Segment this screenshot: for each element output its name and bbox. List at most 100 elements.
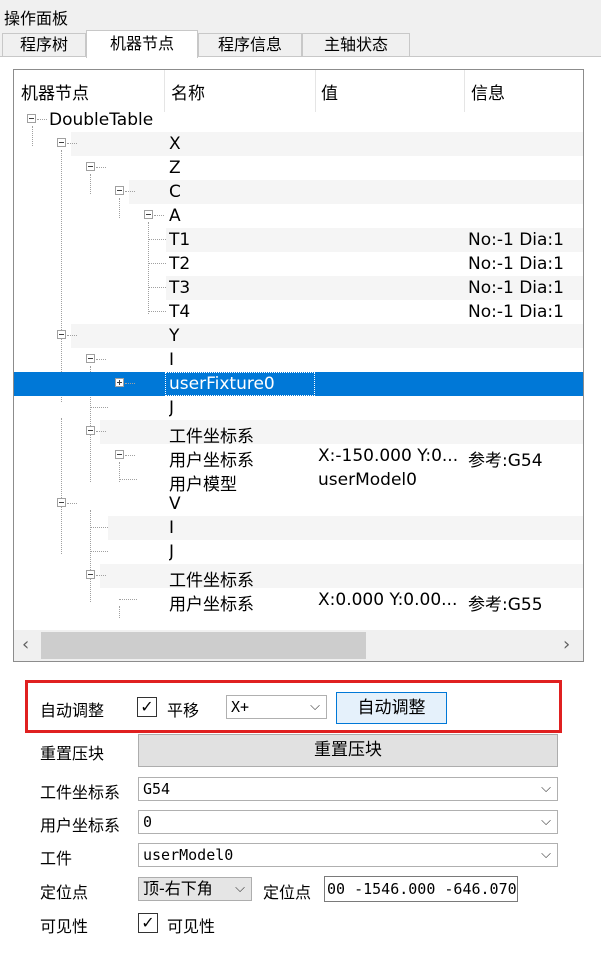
visibility-label: 可见性 <box>40 917 89 936</box>
reset-clamp-button[interactable]: 重置压块 <box>138 734 558 767</box>
tree-row[interactable]: Y <box>14 324 583 348</box>
checkmark-icon: ✓ <box>141 913 155 932</box>
tab-program-info[interactable]: 程序信息 <box>198 33 302 57</box>
translate-checkbox[interactable]: ✓ <box>137 697 157 717</box>
collapse-icon[interactable] <box>144 210 153 219</box>
tree-row[interactable]: T2 No:-1 Dia:1 <box>14 252 583 276</box>
tree-cell-value: userModel0 <box>318 470 417 490</box>
column-header-name[interactable]: 名称 <box>171 79 205 104</box>
column-header-info[interactable]: 信息 <box>471 79 505 104</box>
work-coord-select[interactable]: G54 ⌵ <box>138 777 558 801</box>
tab-spindle-status[interactable]: 主轴状态 <box>302 33 410 57</box>
tree-row[interactable]: 用户模型 userModel0 <box>14 468 583 495</box>
locate-mode-select[interactable]: 顶-右下角 ⌵ <box>138 877 252 901</box>
tree-cell-name: I <box>169 518 175 538</box>
tree-row[interactable]: T4 No:-1 Dia:1 <box>14 300 583 324</box>
tree-row[interactable]: T1 No:-1 Dia:1 <box>14 228 583 252</box>
tree-row[interactable]: C <box>14 180 583 204</box>
reset-clamp-label: 重置压块 <box>40 744 105 763</box>
column-header-node[interactable]: 机器节点 <box>21 79 89 104</box>
collapse-icon[interactable] <box>86 354 95 363</box>
tree-cell-info: 参考:G55 <box>468 595 543 615</box>
tree-row[interactable]: A <box>14 204 583 228</box>
tree-row[interactable]: X <box>14 132 583 156</box>
user-coord-label: 用户坐标系 <box>40 816 121 835</box>
direction-select[interactable]: X+ ⌵ <box>226 695 327 719</box>
tree-cell-info: No:-1 Dia:1 <box>468 254 564 274</box>
workpiece-label: 工件 <box>40 849 73 868</box>
chevron-down-icon: ⌵ <box>235 881 245 896</box>
tree-cell-name: T1 <box>169 230 191 250</box>
tree-row[interactable]: T3 No:-1 Dia:1 <box>14 276 583 300</box>
tree-cell-name: C <box>169 182 181 202</box>
collapse-icon[interactable] <box>86 570 95 579</box>
scroll-left-icon[interactable]: ‹ <box>22 634 29 655</box>
tree-row[interactable]: 用户坐标系 X:0.000 Y:0.00... 参考:G55 <box>14 588 583 615</box>
chevron-down-icon: ⌵ <box>310 699 320 714</box>
chevron-down-icon: ⌵ <box>541 847 551 862</box>
machine-node-tree[interactable]: 机器节点 名称 值 信息 DoubleTable X Z C A T1 No:-1 Dia… <box>13 69 584 662</box>
column-header-value[interactable]: 值 <box>321 79 338 104</box>
workpiece-select[interactable]: userModel0 ⌵ <box>138 843 558 867</box>
tree-cell-name: J <box>169 398 175 418</box>
tab-machine-nodes[interactable]: 机器节点 <box>86 30 198 58</box>
chevron-down-icon: ⌵ <box>541 814 551 829</box>
tree-cell-name: I <box>169 350 175 370</box>
expand-icon[interactable] <box>115 378 124 387</box>
auto-adjust-button[interactable]: 自动调整 <box>336 692 447 724</box>
tree-cell-name: A <box>169 206 181 226</box>
collapse-icon[interactable] <box>115 450 124 459</box>
locate-label: 定位点 <box>40 883 89 902</box>
tree-row[interactable]: I <box>14 348 583 372</box>
visibility-checkbox[interactable]: ✓ <box>138 913 158 933</box>
collapse-icon[interactable] <box>57 138 66 147</box>
auto-adjust-label: 自动调整 <box>40 701 105 720</box>
collapse-icon[interactable] <box>27 114 36 123</box>
panel-title: 操作面板 <box>4 9 69 28</box>
chevron-down-icon: ⌵ <box>541 781 551 796</box>
tree-row[interactable]: J <box>14 396 583 420</box>
checkmark-icon: ✓ <box>140 697 154 716</box>
tree-root-label: DoubleTable <box>49 110 154 130</box>
translate-label: 平移 <box>167 701 200 720</box>
tree-cell-name: T3 <box>169 278 191 298</box>
panel-titlebar: 操作面板 <box>0 0 601 30</box>
user-coord-select[interactable]: 0 ⌵ <box>138 810 558 834</box>
tree-row[interactable]: Z <box>14 156 583 180</box>
collapse-icon[interactable] <box>86 426 95 435</box>
collapse-icon[interactable] <box>115 186 124 195</box>
tree-row-root[interactable]: DoubleTable <box>14 108 583 132</box>
tree-row[interactable]: 工件坐标系 <box>14 420 583 447</box>
tree-cell-value: X:0.000 Y:0.00... <box>318 590 458 610</box>
collapse-icon[interactable] <box>86 162 95 171</box>
locate-point-label: 定位点 <box>263 883 312 902</box>
collapse-icon[interactable] <box>57 330 66 339</box>
tree-cell-name: 用户坐标系 <box>169 595 254 615</box>
tree-row[interactable]: V <box>14 492 583 516</box>
tree-cell-info: No:-1 Dia:1 <box>468 278 564 298</box>
locate-point-input[interactable]: 00 -1546.000 -646.070 <box>324 876 518 902</box>
tree-cell-name: J <box>169 542 175 562</box>
tree-cell-info: No:-1 Dia:1 <box>468 302 564 322</box>
tree-row[interactable]: J <box>14 540 583 564</box>
tab-program-tree[interactable]: 程序树 <box>2 33 86 57</box>
tab-bar: 程序树 机器节点 程序信息 主轴状态 <box>0 30 601 58</box>
tree-row[interactable]: 用户坐标系 X:-150.000 Y:0... 参考:G54 <box>14 444 583 471</box>
tree-cell-name: V <box>169 494 181 514</box>
collapse-icon[interactable] <box>57 498 66 507</box>
scroll-right-icon[interactable]: › <box>563 634 570 655</box>
tree-row[interactable]: I <box>14 516 583 540</box>
tree-cell-info: No:-1 Dia:1 <box>468 230 564 250</box>
tree-row-selected[interactable]: userFixture0 <box>14 372 583 396</box>
work-coord-label: 工件坐标系 <box>40 783 121 802</box>
visibility-checkbox-label: 可见性 <box>167 917 216 936</box>
tree-cell-name: T4 <box>169 302 191 322</box>
scrollbar-thumb[interactable] <box>41 632 366 659</box>
focus-rect <box>165 372 315 396</box>
tree-header: 机器节点 名称 值 信息 <box>14 70 583 112</box>
horizontal-scrollbar[interactable]: ‹ › <box>14 630 583 661</box>
tree-cell-name: T2 <box>169 254 191 274</box>
tree-cell-name: Z <box>169 158 181 178</box>
tree-row[interactable]: 工件坐标系 <box>14 564 583 591</box>
tree-cell-name: Y <box>169 326 180 346</box>
